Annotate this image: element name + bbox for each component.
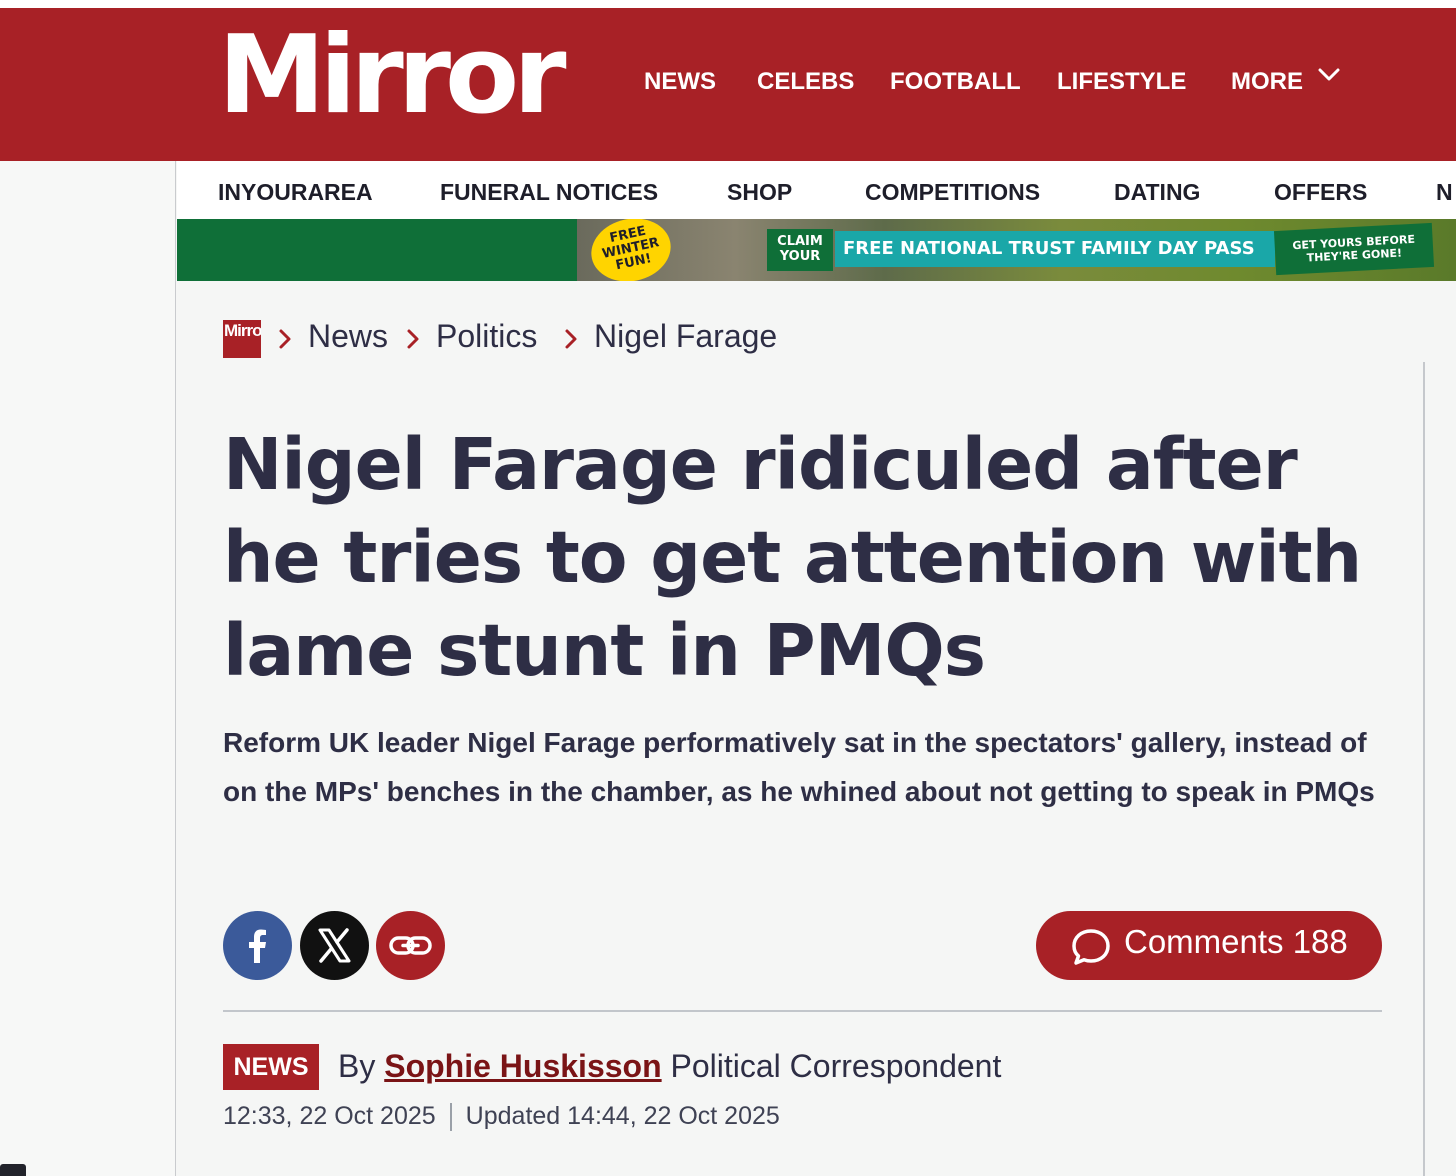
facebook-icon — [249, 929, 266, 963]
secondary-nav: INYOURAREA FUNERAL NOTICES SHOP COMPETIT… — [177, 161, 1456, 219]
section-tag[interactable]: NEWS — [223, 1044, 319, 1090]
masthead: Mirror NEWS CELEBS FOOTBALL LIFESTYLE MO… — [0, 8, 1456, 161]
share-copy-link-button[interactable] — [376, 911, 445, 980]
chevron-right-icon — [407, 329, 419, 349]
left-margin — [0, 161, 176, 1176]
breadcrumb-nigel-farage[interactable]: Nigel Farage — [594, 318, 777, 355]
subnav-competitions[interactable]: COMPETITIONS — [865, 179, 1040, 206]
subnav-dating[interactable]: DATING — [1114, 179, 1200, 206]
site-logo[interactable]: Mirror — [218, 22, 566, 130]
promo-headline: FREE NATIONAL TRUST FAMILY DAY PASS — [835, 231, 1275, 267]
share-facebook-button[interactable] — [223, 911, 292, 980]
article-headline: Nigel Farage ridiculed after he tries to… — [223, 423, 1362, 692]
nav-news[interactable]: NEWS — [644, 68, 716, 96]
window-corner-widget — [0, 1164, 26, 1176]
comments-label: Comments 188 — [1124, 923, 1348, 960]
published-time: 12:33, 22 Oct 2025 — [223, 1102, 436, 1130]
byline-divider — [223, 1010, 1382, 1012]
subnav-next-item[interactable]: N — [1436, 179, 1453, 206]
speech-bubble-icon — [1072, 929, 1110, 965]
chevron-right-icon — [279, 329, 291, 349]
chevron-right-icon — [565, 329, 577, 349]
breadcrumb-home-logo[interactable]: Mirror — [223, 320, 261, 358]
breadcrumb-news[interactable]: News — [308, 318, 388, 355]
breadcrumb-politics[interactable]: Politics — [436, 318, 537, 355]
nav-more[interactable]: MORE — [1231, 68, 1303, 96]
promo-cta[interactable]: GET YOURS BEFORE THEY'RE GONE! — [1273, 222, 1435, 276]
author-role: Political Correspondent — [670, 1048, 1002, 1084]
byline-by: By — [338, 1048, 376, 1084]
article-dates: 12:33, 22 Oct 2025 Updated 14:44, 22 Oct … — [223, 1102, 780, 1132]
content-right-rule — [1423, 362, 1425, 1176]
comments-button[interactable]: Comments 188 — [1036, 911, 1382, 980]
subnav-inyourarea[interactable]: INYOURAREA — [218, 179, 373, 206]
article-standfirst: Reform UK leader Nigel Farage performati… — [223, 727, 1375, 807]
window-top-strip — [0, 0, 1456, 8]
x-icon — [318, 928, 351, 963]
promo-banner[interactable]: FREE WINTER FUN! CLAIM YOUR FREE NATIONA… — [177, 219, 1456, 281]
link-icon — [389, 936, 432, 955]
nav-lifestyle[interactable]: LIFESTYLE — [1057, 68, 1186, 96]
subnav-funeral-notices[interactable]: FUNERAL NOTICES — [440, 179, 658, 206]
share-x-button[interactable] — [300, 911, 369, 980]
subnav-shop[interactable]: SHOP — [727, 179, 792, 206]
updated-time: Updated 14:44, 22 Oct 2025 — [465, 1102, 780, 1130]
byline: By Sophie Huskisson Political Correspond… — [338, 1048, 1001, 1085]
author-link[interactable]: Sophie Huskisson — [384, 1048, 661, 1084]
subnav-offers[interactable]: OFFERS — [1274, 179, 1367, 206]
nav-celebs[interactable]: CELEBS — [757, 68, 854, 96]
promo-claim: CLAIM YOUR — [767, 229, 833, 271]
nav-football[interactable]: FOOTBALL — [890, 68, 1021, 96]
date-separator — [449, 1103, 452, 1132]
chevron-down-icon[interactable] — [1318, 64, 1340, 86]
